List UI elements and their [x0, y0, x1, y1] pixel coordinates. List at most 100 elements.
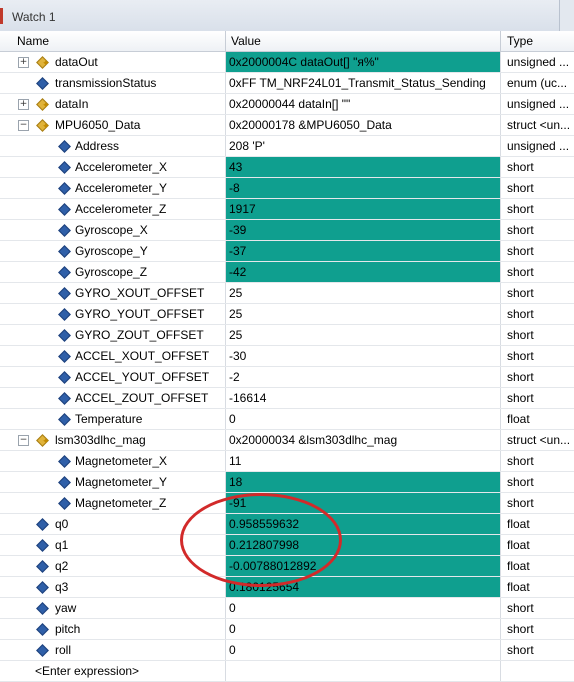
name-cell[interactable]: + ✦ dataOut — [0, 52, 225, 72]
value-cell[interactable]: 0 — [225, 619, 500, 639]
enter-expression-label[interactable]: <Enter expression> — [35, 661, 139, 681]
name-cell[interactable]: q3 — [0, 577, 225, 597]
name-cell[interactable]: Gyroscope_Z — [0, 262, 225, 282]
name-cell[interactable]: yaw — [0, 598, 225, 618]
expand-icon[interactable]: + — [18, 57, 29, 68]
name-cell[interactable]: + ✦ dataIn — [0, 94, 225, 114]
column-separator[interactable] — [500, 31, 501, 51]
enter-expression-cell[interactable]: <Enter expression> — [0, 661, 225, 681]
watch-row[interactable]: q1 0.212807998 float — [0, 535, 574, 556]
watch-row[interactable]: + ✦ dataOut 0x2000004C dataOut[] "я%" unsign… — [0, 52, 574, 73]
name-cell[interactable]: GYRO_XOUT_OFFSET — [0, 283, 225, 303]
watch-row[interactable]: Address 208 'P' unsigned ... — [0, 136, 574, 157]
column-header-type[interactable]: Type — [507, 34, 533, 48]
value-cell[interactable]: 0x20000178 &MPU6050_Data — [225, 115, 500, 135]
name-cell[interactable]: ACCEL_YOUT_OFFSET — [0, 367, 225, 387]
watch-row[interactable]: Accelerometer_Z 1917 short — [0, 199, 574, 220]
watch-row[interactable]: GYRO_XOUT_OFFSET 25 short — [0, 283, 574, 304]
watch-row[interactable]: yaw 0 short — [0, 598, 574, 619]
value-cell[interactable]: 0 — [225, 409, 500, 429]
value-cell[interactable]: 18 — [225, 472, 500, 492]
watch-row[interactable]: Accelerometer_X 43 short — [0, 157, 574, 178]
name-cell[interactable]: Address — [0, 136, 225, 156]
collapse-icon[interactable]: − — [18, 120, 29, 131]
watch-row[interactable]: Gyroscope_X -39 short — [0, 220, 574, 241]
watch-row[interactable]: GYRO_YOUT_OFFSET 25 short — [0, 304, 574, 325]
watch-row[interactable]: pitch 0 short — [0, 619, 574, 640]
value-cell[interactable]: 0 — [225, 640, 500, 660]
name-cell[interactable]: ACCEL_ZOUT_OFFSET — [0, 388, 225, 408]
value-cell[interactable]: 11 — [225, 451, 500, 471]
name-cell[interactable]: Accelerometer_Y — [0, 178, 225, 198]
watch-row[interactable]: ACCEL_ZOUT_OFFSET -16614 short — [0, 388, 574, 409]
watch-row[interactable]: q3 0.180125654 float — [0, 577, 574, 598]
name-cell[interactable]: transmissionStatus — [0, 73, 225, 93]
collapse-icon[interactable]: − — [18, 435, 29, 446]
name-cell[interactable]: Accelerometer_Z — [0, 199, 225, 219]
value-cell[interactable]: 0x2000004C dataOut[] "я%" — [225, 52, 500, 72]
value-cell[interactable]: -16614 — [225, 388, 500, 408]
value-cell[interactable]: 0x20000034 &lsm303dlhc_mag — [225, 430, 500, 450]
watch-row[interactable]: − ✦ MPU6050_Data 0x20000178 &MPU6050_Data st… — [0, 115, 574, 136]
watch-row[interactable]: q0 0.958559632 float — [0, 514, 574, 535]
name-cell[interactable]: roll — [0, 640, 225, 660]
watch-row[interactable]: Gyroscope_Y -37 short — [0, 241, 574, 262]
watch-row[interactable]: Magnetometer_X 11 short — [0, 451, 574, 472]
name-cell[interactable]: Magnetometer_Z — [0, 493, 225, 513]
watch-row[interactable]: q2 -0.00788012892 float — [0, 556, 574, 577]
name-cell[interactable]: Temperature — [0, 409, 225, 429]
value-cell[interactable]: 0.212807998 — [225, 535, 500, 555]
name-cell[interactable]: Gyroscope_X — [0, 220, 225, 240]
watch-row[interactable]: + ✦ dataIn 0x20000044 dataIn[] "" unsigned .… — [0, 94, 574, 115]
column-header-value[interactable]: Value — [231, 34, 261, 48]
value-cell[interactable]: 25 — [225, 304, 500, 324]
expand-icon[interactable]: + — [18, 99, 29, 110]
watch-row[interactable]: Accelerometer_Y -8 short — [0, 178, 574, 199]
name-cell[interactable]: − ✦ lsm303dlhc_mag — [0, 430, 225, 450]
value-cell[interactable]: -42 — [225, 262, 500, 282]
watch-row[interactable]: roll 0 short — [0, 640, 574, 661]
value-cell[interactable]: -30 — [225, 346, 500, 366]
name-cell[interactable]: Gyroscope_Y — [0, 241, 225, 261]
name-cell[interactable]: q2 — [0, 556, 225, 576]
value-cell[interactable]: 1917 — [225, 199, 500, 219]
watch-row[interactable]: transmissionStatus 0xFF TM_NRF24L01_Trans… — [0, 73, 574, 94]
watch-row[interactable]: Gyroscope_Z -42 short — [0, 262, 574, 283]
value-cell[interactable]: -37 — [225, 241, 500, 261]
value-cell[interactable]: 43 — [225, 157, 500, 177]
name-cell[interactable]: Accelerometer_X — [0, 157, 225, 177]
value-cell[interactable]: 0.180125654 — [225, 577, 500, 597]
name-cell[interactable]: GYRO_YOUT_OFFSET — [0, 304, 225, 324]
name-cell[interactable]: Magnetometer_Y — [0, 472, 225, 492]
name-cell[interactable]: ACCEL_XOUT_OFFSET — [0, 346, 225, 366]
name-cell[interactable]: − ✦ MPU6050_Data — [0, 115, 225, 135]
watch-row[interactable]: ACCEL_YOUT_OFFSET -2 short — [0, 367, 574, 388]
value-cell[interactable]: 25 — [225, 325, 500, 345]
value-cell[interactable]: 0.958559632 — [225, 514, 500, 534]
watch-row[interactable]: − ✦ lsm303dlhc_mag 0x20000034 &lsm303dlhc_m… — [0, 430, 574, 451]
column-header-name[interactable]: Name — [17, 34, 49, 48]
value-cell[interactable]: 208 'P' — [225, 136, 500, 156]
name-cell[interactable]: Magnetometer_X — [0, 451, 225, 471]
name-cell[interactable]: q1 — [0, 535, 225, 555]
name-cell[interactable]: pitch — [0, 619, 225, 639]
titlebar-right-handle[interactable] — [559, 0, 574, 31]
enter-expression-row[interactable]: <Enter expression> — [0, 661, 574, 682]
name-cell[interactable]: GYRO_ZOUT_OFFSET — [0, 325, 225, 345]
watch-row[interactable]: Magnetometer_Z -91 short — [0, 493, 574, 514]
watch-row[interactable]: ACCEL_XOUT_OFFSET -30 short — [0, 346, 574, 367]
value-cell[interactable]: -8 — [225, 178, 500, 198]
watch-row[interactable]: Magnetometer_Y 18 short — [0, 472, 574, 493]
value-cell[interactable]: -39 — [225, 220, 500, 240]
watch-row[interactable]: Temperature 0 float — [0, 409, 574, 430]
value-cell[interactable]: 0 — [225, 598, 500, 618]
value-cell[interactable]: -2 — [225, 367, 500, 387]
watch-row[interactable]: GYRO_ZOUT_OFFSET 25 short — [0, 325, 574, 346]
column-separator[interactable] — [225, 31, 226, 51]
value-cell[interactable]: 0xFF TM_NRF24L01_Transmit_Status_Sending — [225, 73, 500, 93]
value-cell[interactable] — [225, 661, 500, 681]
name-cell[interactable]: q0 — [0, 514, 225, 534]
value-cell[interactable]: 25 — [225, 283, 500, 303]
value-cell[interactable]: 0x20000044 dataIn[] "" — [225, 94, 500, 114]
value-cell[interactable]: -0.00788012892 — [225, 556, 500, 576]
